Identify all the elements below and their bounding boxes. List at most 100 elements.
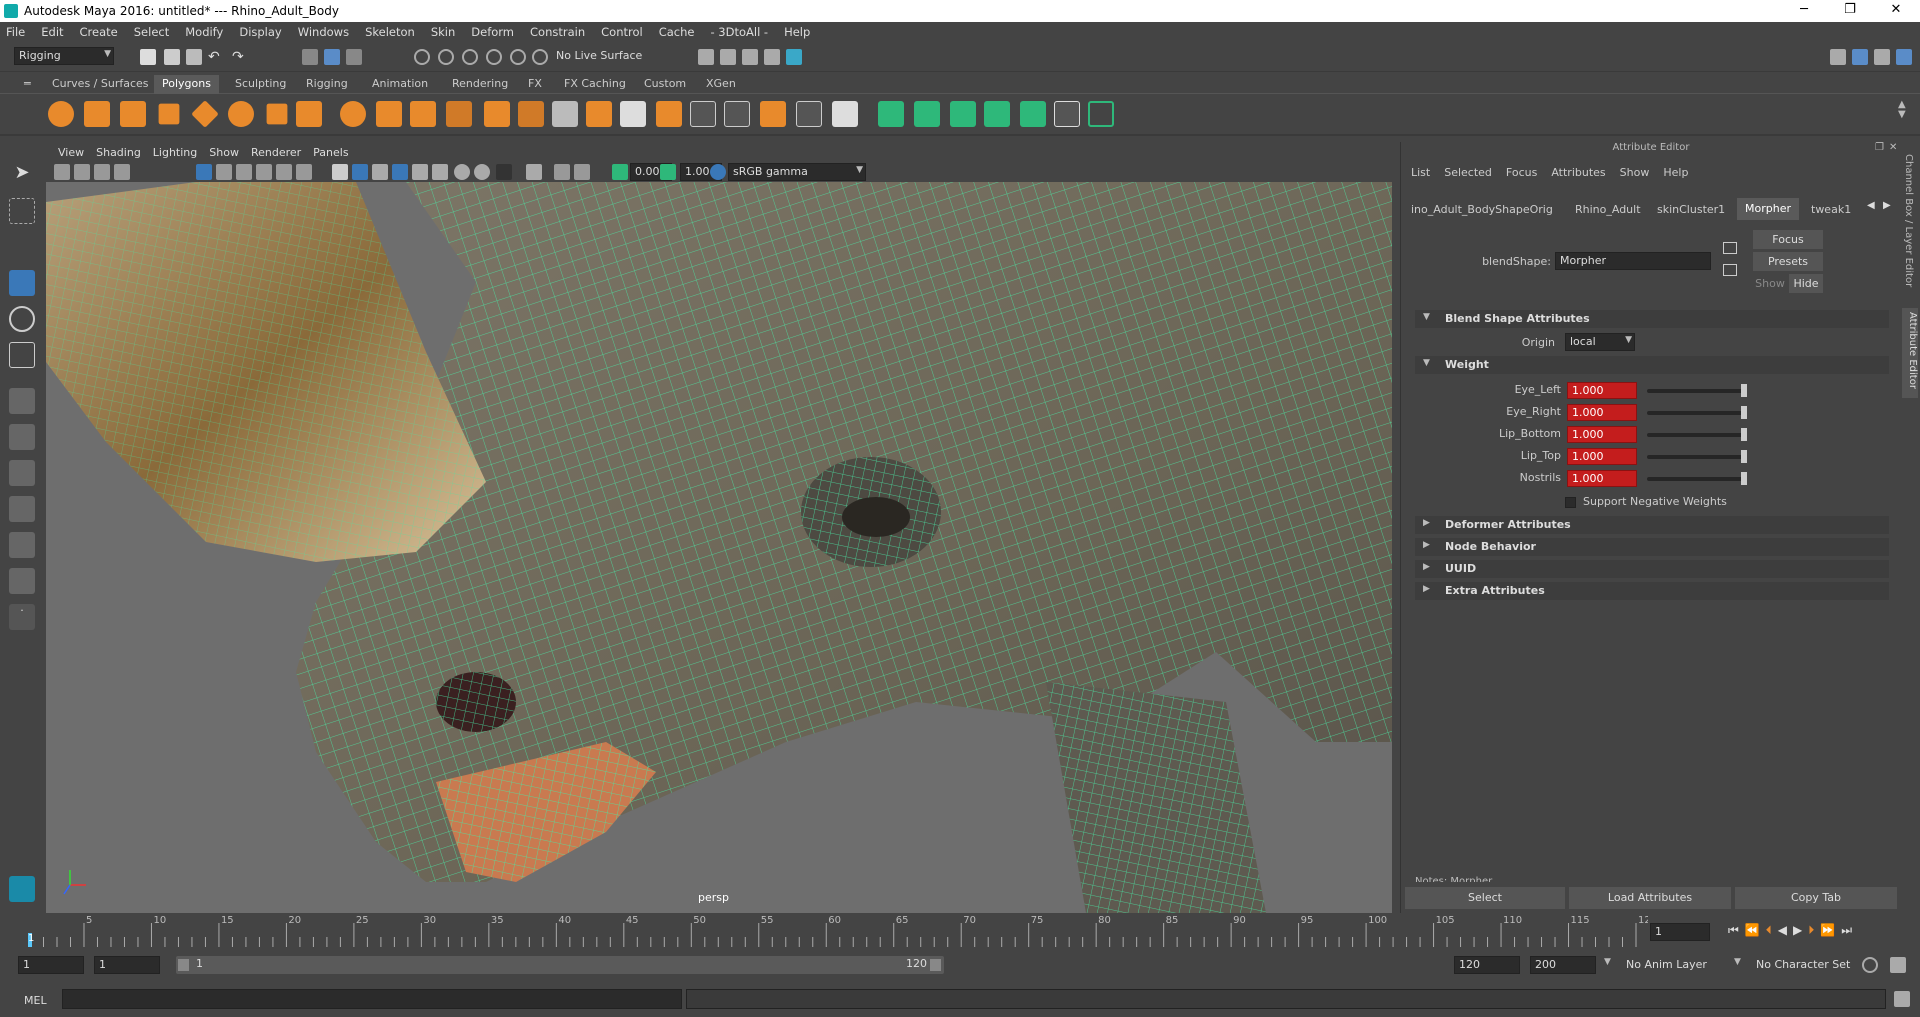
maximize-button[interactable]: ❐ xyxy=(1830,0,1870,22)
ae-menu-selected[interactable]: Selected xyxy=(1444,166,1492,179)
ipr-render-icon[interactable] xyxy=(742,49,758,65)
character-set-dropdown[interactable]: No Character Set xyxy=(1752,956,1862,974)
auto-uv-icon[interactable] xyxy=(984,101,1010,127)
snap-point-icon[interactable] xyxy=(462,49,478,65)
modeling-toolkit-icon[interactable] xyxy=(1830,49,1846,65)
color-management-icon[interactable] xyxy=(710,164,726,180)
menu-edit[interactable]: Edit xyxy=(41,25,63,39)
tab-scroll-right-icon[interactable]: ▶ xyxy=(1883,200,1891,211)
current-frame-field[interactable]: 1 xyxy=(1650,923,1710,941)
weight-slider-handle[interactable] xyxy=(1741,428,1747,441)
shelf-tab-xgen[interactable]: XGen xyxy=(698,75,744,94)
play-forward-icon[interactable]: ▶ xyxy=(1793,923,1808,937)
separate-icon[interactable] xyxy=(376,101,402,127)
section-uuid[interactable]: ▶ UUID xyxy=(1415,560,1889,578)
paint-select-icon[interactable] xyxy=(9,234,35,260)
poly-cube-icon[interactable] xyxy=(84,101,110,127)
snap-grid-icon[interactable] xyxy=(414,49,430,65)
menu-help[interactable]: Help xyxy=(784,25,810,39)
go-to-end-icon[interactable]: ⏭ xyxy=(1841,923,1858,937)
live-surface-field[interactable]: No Live Surface xyxy=(552,48,660,66)
menu-constrain[interactable]: Constrain xyxy=(530,25,585,39)
tool-settings-icon[interactable] xyxy=(1874,49,1890,65)
perspective-viewport[interactable]: persp xyxy=(46,182,1392,913)
poly-pyramid-icon[interactable] xyxy=(266,103,288,125)
shelf-tab-sculpting[interactable]: Sculpting xyxy=(227,75,294,94)
animation-preferences-icon[interactable] xyxy=(1890,957,1906,973)
ae-load-attributes-button[interactable]: Load Attributes xyxy=(1569,887,1731,909)
go-to-start-icon[interactable]: ⏮ xyxy=(1728,923,1745,937)
weight-slider-handle[interactable] xyxy=(1741,384,1747,397)
menu-skin[interactable]: Skin xyxy=(431,25,455,39)
section-deformer-attributes[interactable]: ▶ Deformer Attributes xyxy=(1415,516,1889,534)
channel-box-tab[interactable]: Channel Box / Layer Editor xyxy=(1903,154,1914,287)
step-forward-key-icon[interactable]: ⏵ xyxy=(1808,923,1820,937)
append-polygon-icon[interactable] xyxy=(620,101,646,127)
weight-slider[interactable] xyxy=(1647,455,1745,459)
ae-menu-focus[interactable]: Focus xyxy=(1506,166,1537,179)
menu-control[interactable]: Control xyxy=(601,25,643,39)
insert-edgeloop-icon[interactable] xyxy=(724,101,750,127)
menu-skeleton[interactable]: Skeleton xyxy=(365,25,415,39)
grid-toggle-icon[interactable] xyxy=(196,164,212,180)
shelf-tab-fx[interactable]: FX xyxy=(520,75,550,94)
close-button[interactable]: ✕ xyxy=(1876,0,1916,22)
bookmark-icon[interactable] xyxy=(94,164,110,180)
smooth-shade-icon[interactable] xyxy=(352,164,368,180)
more-layouts-icon[interactable]: · xyxy=(9,604,35,630)
weight-slider-handle[interactable] xyxy=(1741,450,1747,463)
shelf-tab-fx-caching[interactable]: FX Caching xyxy=(556,75,634,94)
ae-tab-body-shape-orig[interactable]: ino_Adult_BodyShapeOrig xyxy=(1407,200,1565,220)
ae-select-button[interactable]: Select xyxy=(1405,887,1565,909)
snap-live-icon[interactable] xyxy=(532,49,548,65)
ae-go-output-icon[interactable] xyxy=(1723,264,1737,276)
menu-cache[interactable]: Cache xyxy=(659,25,695,39)
textured-icon[interactable] xyxy=(412,164,428,180)
gamma-icon[interactable] xyxy=(660,164,676,180)
support-negative-checkbox[interactable] xyxy=(1565,497,1576,508)
menu-3dtoall[interactable]: - 3DtoAll - xyxy=(710,25,768,39)
chevron-down-icon[interactable]: ▼ xyxy=(1734,957,1741,967)
gate-mask-icon[interactable] xyxy=(256,164,272,180)
render-settings-icon[interactable] xyxy=(764,49,780,65)
step-forward-icon[interactable]: ⏩ xyxy=(1820,923,1841,937)
snap-view-plane-icon[interactable] xyxy=(486,49,502,65)
ae-menu-help[interactable]: Help xyxy=(1663,166,1688,179)
default-material-icon[interactable] xyxy=(372,164,388,180)
combine-icon[interactable] xyxy=(340,101,366,127)
shelf-tab-rendering[interactable]: Rendering xyxy=(444,75,516,94)
snap-curve-icon[interactable] xyxy=(438,49,454,65)
ae-go-input-icon[interactable] xyxy=(1723,242,1737,254)
hypershade-icon[interactable] xyxy=(786,49,802,65)
undo-icon[interactable]: ↶ xyxy=(208,49,224,65)
menu-display[interactable]: Display xyxy=(239,25,281,39)
time-slider[interactable]: 5 10 15 20 25 30 35 40 45 50 55 60 65 70 75 80 85 90 95 100… xyxy=(0,913,1920,951)
shelf-menu-icon[interactable]: ═ xyxy=(20,75,35,94)
viewport-menu-show[interactable]: Show xyxy=(209,146,239,159)
shelf-tab-animation[interactable]: Animation xyxy=(364,75,436,94)
attribute-editor-toggle-icon[interactable] xyxy=(1852,49,1868,65)
end-time-field[interactable]: 200 xyxy=(1530,956,1596,974)
channel-box-toggle-icon[interactable] xyxy=(1896,49,1912,65)
ae-menu-list[interactable]: List xyxy=(1411,166,1430,179)
menu-modify[interactable]: Modify xyxy=(185,25,223,39)
range-end-handle[interactable] xyxy=(930,959,941,971)
open-scene-icon[interactable] xyxy=(164,49,180,65)
blendshape-name-field[interactable]: Morpher xyxy=(1555,252,1711,270)
move-tool-icon[interactable] xyxy=(9,270,35,296)
smooth-icon[interactable] xyxy=(446,101,472,127)
weight-value-field[interactable]: 1.000 xyxy=(1567,470,1637,487)
ae-tab-rhino-adult[interactable]: Rhino_Adult xyxy=(1569,200,1647,220)
menu-file[interactable]: File xyxy=(6,25,25,39)
redo-icon[interactable]: ↷ xyxy=(232,49,248,65)
new-scene-icon[interactable] xyxy=(140,49,156,65)
section-extra-attributes[interactable]: ▶ Extra Attributes xyxy=(1415,582,1889,600)
range-bar[interactable]: 1 120 xyxy=(176,956,944,974)
ae-focus-button[interactable]: Focus xyxy=(1753,230,1823,249)
scale-tool-icon[interactable] xyxy=(9,342,35,368)
anim-layer-dropdown[interactable]: No Anim Layer xyxy=(1622,956,1732,974)
ae-tab-morpher[interactable]: Morpher xyxy=(1737,198,1799,220)
viewport-menu-view[interactable]: View xyxy=(58,146,84,159)
section-node-behavior[interactable]: ▶ Node Behavior xyxy=(1415,538,1889,556)
menu-windows[interactable]: Windows xyxy=(298,25,349,39)
